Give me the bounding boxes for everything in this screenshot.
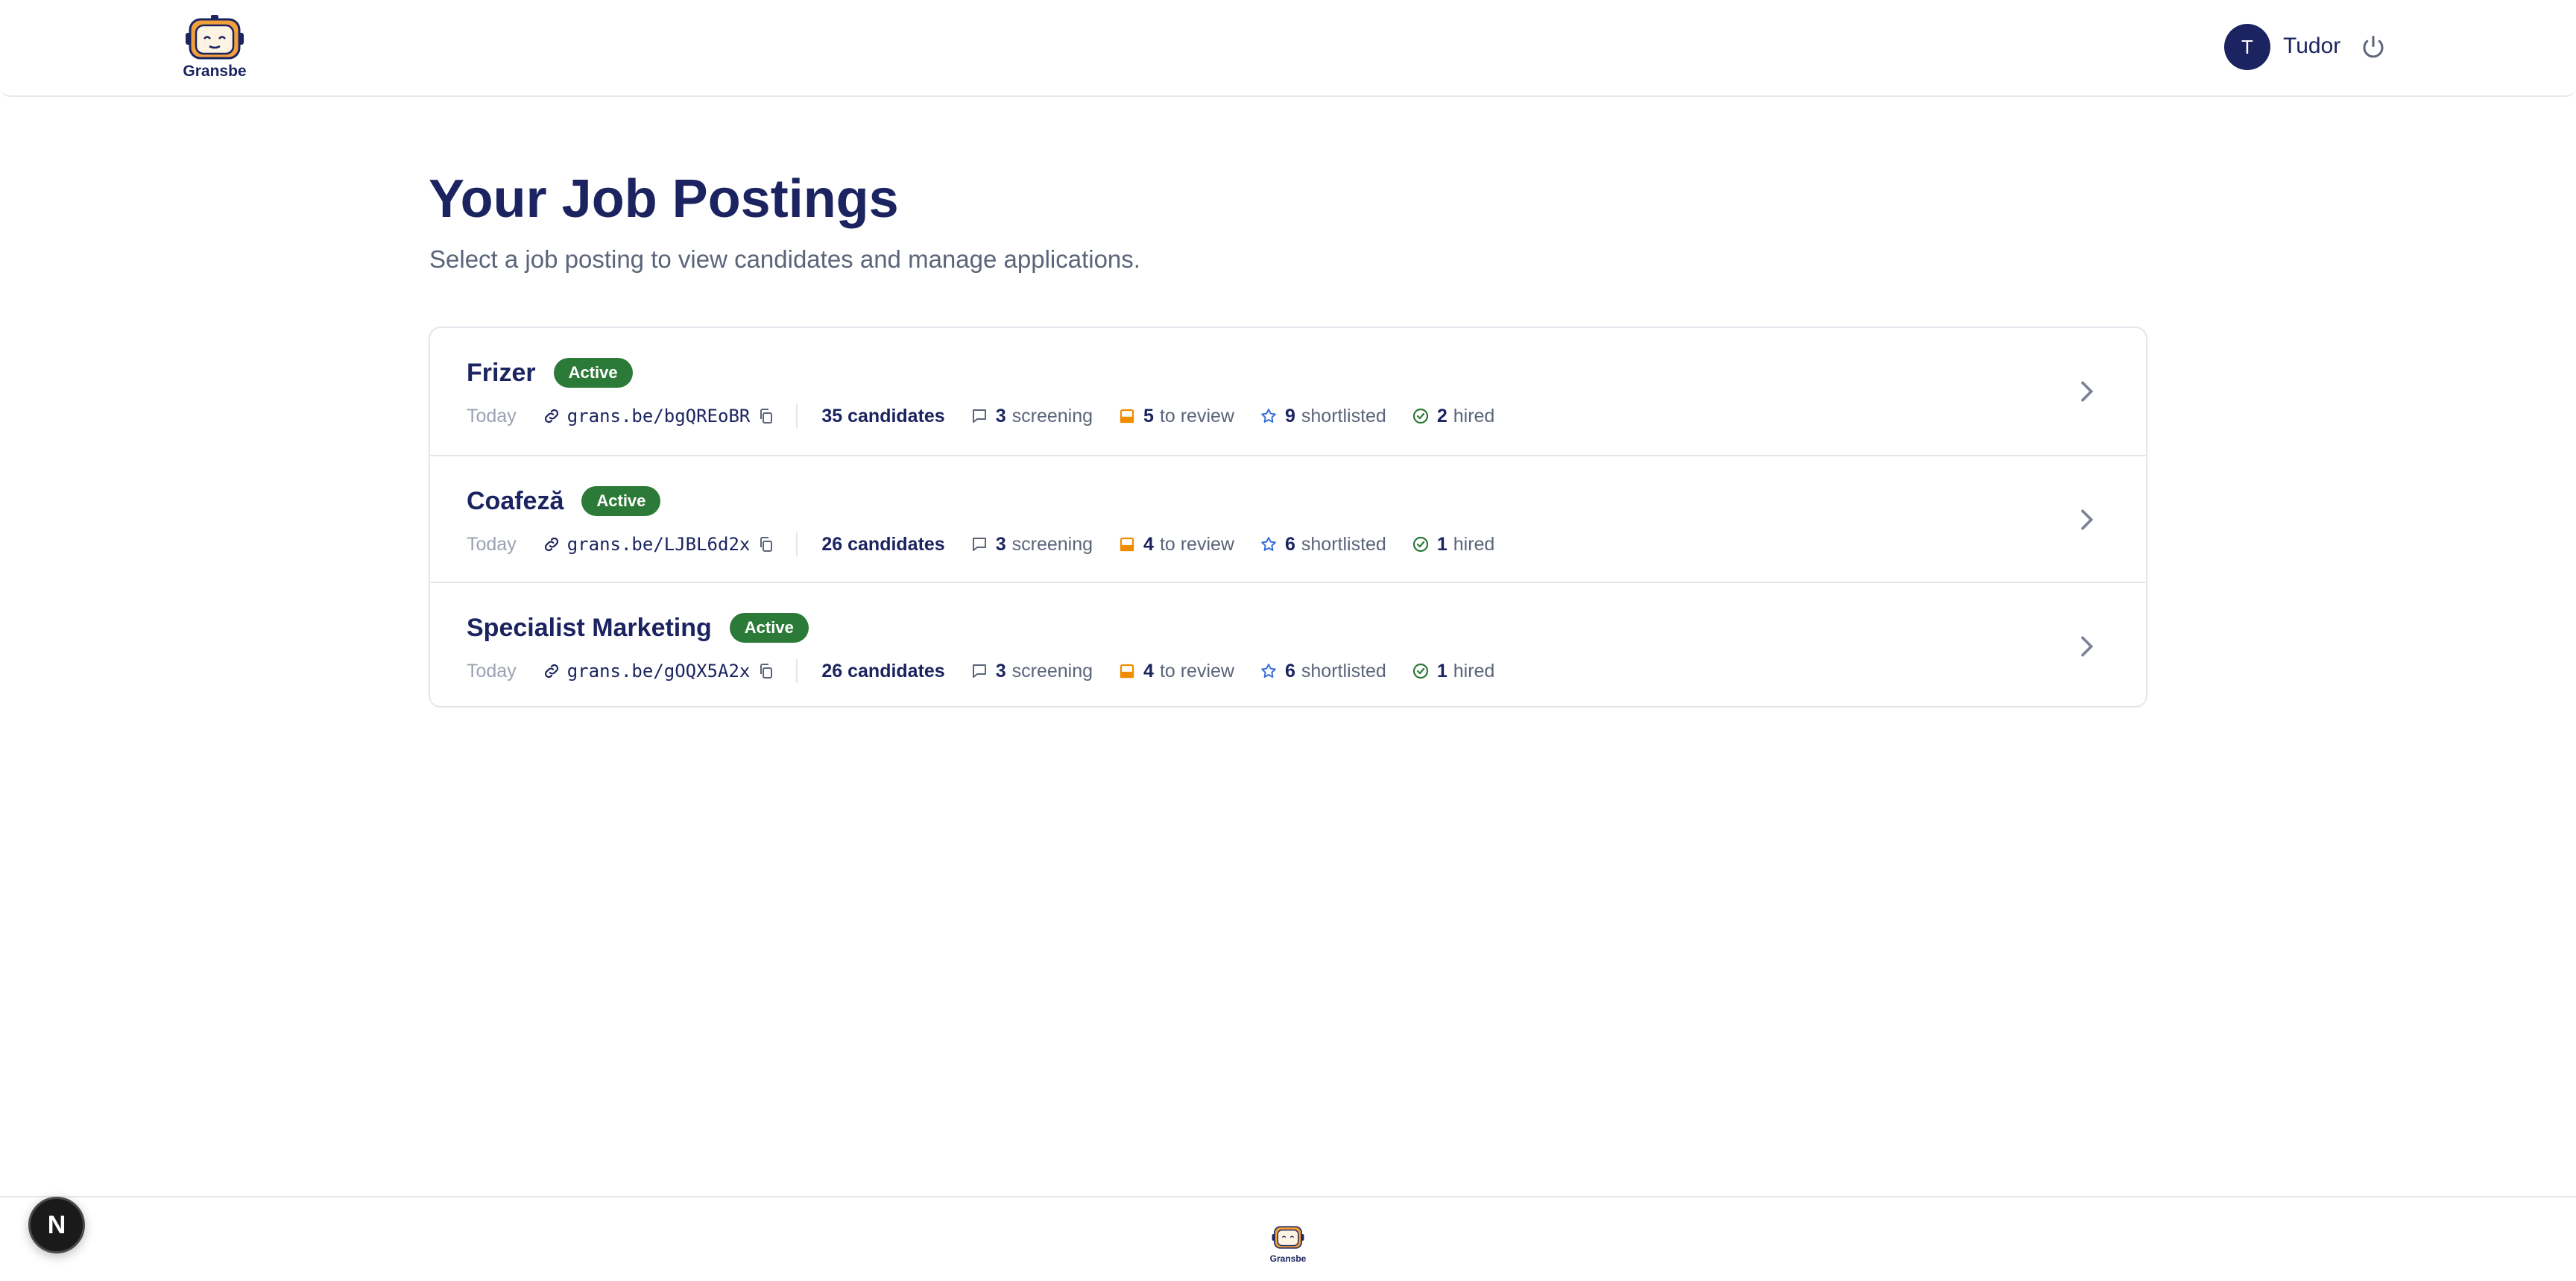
- status-badge: Active: [581, 486, 661, 516]
- check-circle-icon: [1412, 408, 1428, 424]
- link-icon: [544, 409, 558, 424]
- shortlisted-stat: 9 shortlisted: [1260, 406, 1386, 427]
- status-badge: Active: [729, 613, 809, 643]
- star-icon: [1261, 409, 1276, 423]
- screening-stat: 3 screening: [970, 406, 1093, 427]
- copy-icon[interactable]: [757, 407, 775, 425]
- chat-icon: [972, 538, 986, 551]
- job-posting-row[interactable]: Coafeză Active Today grans.be/LJBL6d2x 2…: [430, 455, 2146, 582]
- review-stat: 5 to review: [1118, 406, 1234, 427]
- posting-date: Today: [467, 533, 517, 555]
- job-meta: Today grans.be/LJBL6d2x 26 candidates 3s…: [467, 529, 1494, 559]
- star-icon: [1261, 537, 1276, 551]
- job-posting-row[interactable]: Frizer Active Today grans.be/bgQREoBR 35…: [430, 328, 2146, 455]
- user-name[interactable]: Tudor: [2283, 31, 2340, 61]
- posting-date: Today: [467, 660, 517, 682]
- job-title[interactable]: Specialist Marketing: [467, 614, 712, 643]
- job-link[interactable]: grans.be/bgQREoBR: [567, 406, 751, 427]
- candidates-count: 35 candidates: [821, 405, 945, 427]
- check-circle-icon: [1412, 663, 1428, 679]
- candidates-count: 26 candidates: [821, 660, 945, 682]
- hired-stat: 2 hired: [1412, 406, 1494, 427]
- footer-logo[interactable]: Gransbe: [1268, 1224, 1308, 1264]
- link-icon: [544, 537, 558, 552]
- review-stat: 4 to review: [1118, 661, 1234, 682]
- copy-icon[interactable]: [757, 535, 775, 553]
- chat-icon: [972, 664, 986, 678]
- divider: [796, 532, 798, 556]
- page-subtitle: Select a job posting to view candidates …: [429, 245, 1140, 273]
- power-icon[interactable]: [2360, 34, 2387, 60]
- job-meta: Today grans.be/gOQX5A2x 26 candidates 3s…: [467, 656, 1494, 686]
- job-posting-row[interactable]: Specialist Marketing Active Today grans.…: [430, 582, 2146, 706]
- divider: [796, 404, 798, 428]
- chevron-right-icon[interactable]: [2071, 632, 2101, 661]
- star-icon: [1261, 664, 1276, 678]
- page-footer: Gransbe: [0, 1196, 2576, 1281]
- candidates-count: 26 candidates: [821, 533, 945, 555]
- robot-logo-icon: [186, 15, 244, 60]
- job-postings-list: Frizer Active Today grans.be/bgQREoBR 35…: [429, 327, 2147, 708]
- page-title: Your Job Postings: [429, 169, 899, 229]
- robot-logo-icon: [1272, 1226, 1304, 1249]
- footer-logo-text: Gransbe: [1269, 1253, 1307, 1264]
- inbox-icon: [1120, 409, 1134, 424]
- job-link[interactable]: grans.be/gOQX5A2x: [567, 661, 751, 682]
- check-circle-icon: [1412, 536, 1428, 553]
- screening-stat: 3 screening: [970, 534, 1093, 555]
- review-stat: 4 to review: [1118, 534, 1234, 555]
- posting-date: Today: [467, 405, 517, 427]
- link-icon: [544, 664, 558, 679]
- avatar[interactable]: T: [2224, 24, 2270, 70]
- top-header: Gransbe T Tudor: [0, 0, 2576, 97]
- chevron-right-icon[interactable]: [2071, 505, 2101, 535]
- job-link[interactable]: grans.be/LJBL6d2x: [567, 534, 751, 555]
- status-badge: Active: [553, 358, 633, 388]
- copy-icon[interactable]: [757, 662, 775, 680]
- chat-icon: [972, 409, 986, 423]
- shortlisted-stat: 6 shortlisted: [1260, 534, 1386, 555]
- job-title[interactable]: Coafeză: [467, 487, 564, 516]
- inbox-icon: [1120, 664, 1134, 679]
- logo-text: Gransbe: [183, 63, 247, 80]
- hired-stat: 1 hired: [1412, 661, 1494, 682]
- job-title[interactable]: Frizer: [467, 359, 536, 388]
- screening-stat: 3 screening: [970, 661, 1093, 682]
- shortlisted-stat: 6 shortlisted: [1260, 661, 1386, 682]
- job-meta: Today grans.be/bgQREoBR 35 candidates 3s…: [467, 401, 1494, 431]
- divider: [796, 659, 798, 683]
- app-logo[interactable]: Gransbe: [179, 15, 250, 84]
- dev-tools-button[interactable]: N: [28, 1197, 85, 1253]
- hired-stat: 1 hired: [1412, 534, 1494, 555]
- inbox-icon: [1120, 537, 1134, 552]
- chevron-right-icon[interactable]: [2071, 377, 2101, 406]
